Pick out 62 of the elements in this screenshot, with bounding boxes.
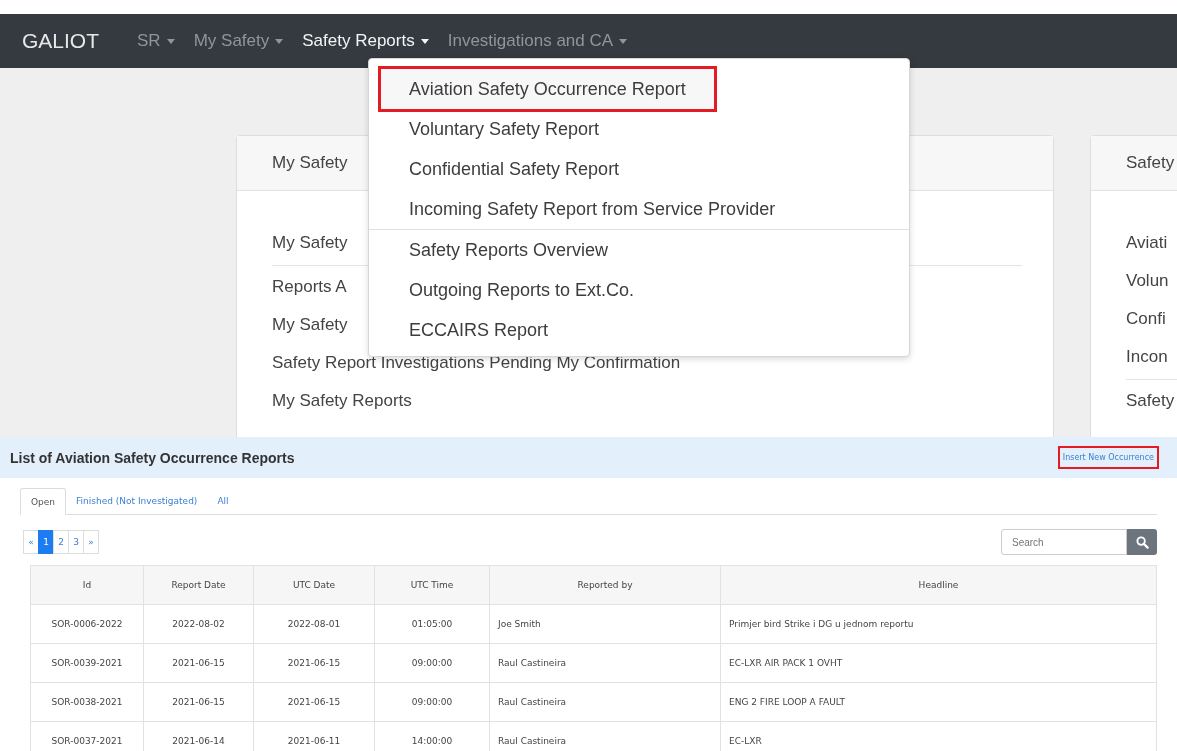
card-link[interactable]: Safety Report Investigations Pending My Confirmation (272, 353, 1018, 373)
search-button[interactable] (1127, 529, 1157, 555)
table-cell: 2022-08-01 (253, 604, 375, 644)
insert-link[interactable]: Insert New Occurrence (1059, 448, 1157, 467)
card-link[interactable]: Volun (1126, 271, 1177, 291)
table-cell: SOR-0037-2021 (30, 721, 144, 751)
card-link[interactable]: Aviati (1126, 233, 1177, 253)
nav-menu[interactable]: Safety Reports (302, 31, 429, 51)
caret-icon (166, 38, 175, 44)
dropdown-item[interactable]: Safety Reports Overview (397, 230, 621, 270)
card-title: Safety (1126, 153, 1175, 173)
tab[interactable]: Open (20, 488, 67, 515)
column-header: Report Date (143, 565, 254, 605)
table-cell: SOR-0006-2022 (30, 604, 144, 644)
dropdown-item[interactable]: Outgoing Reports to Ext.Co. (397, 270, 647, 310)
search-icon (1135, 535, 1149, 549)
page-button[interactable]: 3 (68, 530, 84, 554)
card-link[interactable]: Safety (1126, 391, 1177, 411)
caret-icon (420, 38, 429, 44)
table-cell: SOR-0038-2021 (30, 682, 144, 722)
table-cell: Primjer bird Strike i DG u jednom reportu (720, 604, 1157, 644)
dropdown-item[interactable]: ECCAIRS Report (397, 310, 561, 350)
list-title: List of Aviation Safety Occurrence Reports (10, 449, 295, 466)
table-cell: 2021-06-15 (253, 682, 375, 722)
tab[interactable]: All (207, 488, 239, 514)
table-cell: 01:05:00 (374, 604, 490, 644)
column-header: UTC Time (374, 565, 490, 605)
dropdown-item[interactable]: Incoming Safety Report from Service Provider (397, 189, 788, 229)
card-link[interactable]: Confi (1126, 309, 1177, 329)
table-cell: 2022-08-02 (143, 604, 254, 644)
caret-icon (619, 38, 628, 44)
nav-menu[interactable]: My Safety (193, 31, 284, 51)
column-header: Id (30, 565, 144, 605)
card-link[interactable]: Incon (1126, 347, 1177, 367)
column-header: Headline (720, 565, 1157, 605)
table-cell: SOR-0039-2021 (30, 643, 144, 683)
table-cell: 09:00:00 (374, 643, 490, 683)
table-cell: Raul Castineira (489, 643, 721, 683)
table-cell: Raul Castineira (489, 682, 721, 722)
next-page-button[interactable]: » (83, 530, 99, 554)
nav-menu[interactable]: SR (137, 31, 175, 51)
nav-menu[interactable]: Investigations and CA (447, 31, 628, 51)
brand-logo[interactable]: GALIOT (22, 29, 100, 53)
page-button[interactable]: 1 (38, 530, 54, 554)
caret-icon (275, 38, 284, 44)
card-link[interactable]: My Safety Reports (272, 391, 1018, 411)
dropdown-item[interactable]: Confidential Safety Report (397, 149, 632, 189)
table-cell: 2021-06-15 (253, 643, 375, 683)
table-cell: ENG 2 FIRE LOOP A FAULT (720, 682, 1157, 722)
dropdown-item[interactable]: Aviation Safety Occurrence Report (381, 69, 714, 109)
page-button[interactable]: 2 (53, 530, 69, 554)
table-cell: Joe Smith (489, 604, 721, 644)
dropdown-item[interactable]: Voluntary Safety Report (397, 109, 612, 149)
table-cell: 09:00:00 (374, 682, 490, 722)
table-cell: 2021-06-15 (143, 643, 254, 683)
column-header: Reported by (489, 565, 721, 605)
card-title: My Safety (272, 153, 348, 173)
table-cell: EC-LXR AIR PACK 1 OVHT (720, 643, 1157, 683)
search-field[interactable]: Search (1001, 529, 1127, 555)
column-header: UTC Date (253, 565, 375, 605)
tab[interactable]: Finished (Not Investigated) (66, 488, 208, 514)
table-cell: 2021-06-15 (143, 682, 254, 722)
